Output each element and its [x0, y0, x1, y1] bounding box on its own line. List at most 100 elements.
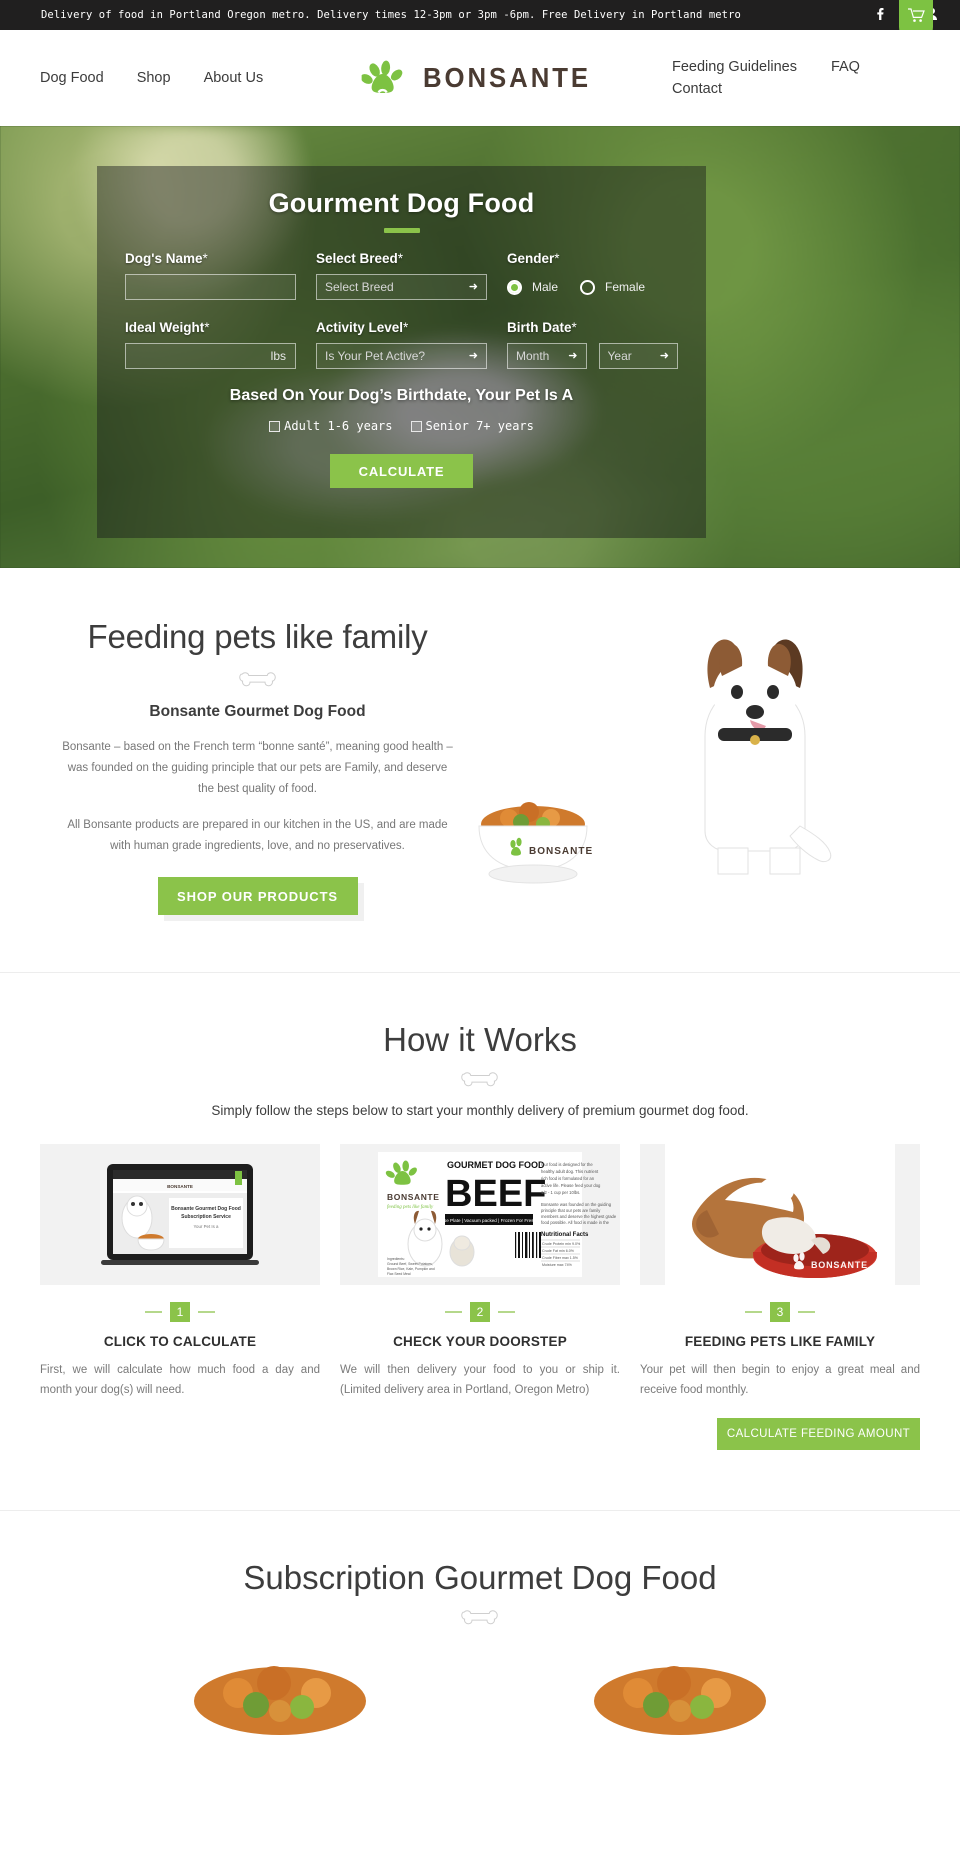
calculator-panel: Gourment Dog Food Dog's Name* Select Bre… — [97, 166, 706, 538]
birth-year-select[interactable]: Year ➜ — [598, 343, 678, 369]
field-birth-date: Birth Date* Month ➜ Year ➜ — [507, 320, 678, 389]
feeding-image-column: BONSANTE — [455, 616, 920, 916]
gender-label-female: Female — [605, 280, 646, 294]
bone-divider-icon — [461, 1610, 498, 1625]
activity-level-select[interactable]: Is Your Pet Active? ➜ — [316, 343, 487, 369]
how-card-2: BONSANTE feeding pets like family GOURME… — [340, 1144, 620, 1450]
svg-text:Crude Fat min 6.0%: Crude Fat min 6.0% — [542, 1249, 575, 1253]
breed-select[interactable]: Select Breed ➜ — [316, 274, 487, 300]
card-3-step-number: 3 — [770, 1302, 790, 1322]
ideal-weight-input-wrap[interactable]: lbs — [125, 343, 296, 369]
chevron-down-icon: ➜ — [659, 349, 669, 362]
age-label-adult: Adult 1-6 years — [284, 419, 393, 433]
card-1-step-row: 1 — [40, 1302, 320, 1322]
gender-radio-male[interactable] — [507, 279, 522, 295]
shop-our-products-button[interactable]: SHOP OUR PRODUCTS — [157, 877, 358, 916]
nav-item-contact[interactable]: Contact — [672, 81, 722, 97]
dash-left — [745, 1311, 762, 1313]
subscription-products — [40, 1649, 920, 1749]
feeding-heading: Feeding pets like family — [87, 618, 428, 655]
nav-item-feeding-guidelines[interactable]: Feeding Guidelines — [672, 59, 797, 75]
feeding-subheading: Bonsante Gourmet Dog Food — [149, 702, 366, 720]
svg-text:Subscription Service: Subscription Service — [181, 1214, 231, 1220]
announcement-text: Delivery of food in Portland Oregon metr… — [41, 9, 741, 21]
paw-leaf-icon — [361, 60, 403, 94]
how-card-3: BONSANTE 3 FEEDING PETS LIKE FAMILY Your… — [640, 1144, 920, 1451]
svg-text:Crude Protein min 9.0%: Crude Protein min 9.0% — [542, 1242, 581, 1246]
calculate-feeding-amount-button[interactable]: CALCULATE FEEDING AMOUNT — [717, 1418, 920, 1451]
birth-month-select[interactable]: Month ➜ — [507, 343, 587, 369]
nav-item-shop[interactable]: Shop — [137, 70, 171, 86]
hero-section: Gourment Dog Food Dog's Name* Select Bre… — [0, 126, 960, 568]
how-it-works-section: How it Works Simply follow the steps bel… — [0, 973, 960, 1512]
facebook-icon[interactable] — [874, 8, 886, 22]
ideal-weight-input[interactable] — [126, 344, 295, 368]
age-option-senior[interactable]: Senior 7+ years — [410, 419, 534, 433]
subscription-section: Subscription Gourmet Dog Food — [0, 1511, 960, 1749]
checkbox-senior[interactable] — [410, 420, 422, 432]
svg-text:Crude Fiber max 1.5%: Crude Fiber max 1.5% — [542, 1256, 579, 1260]
chevron-down-icon: ➜ — [468, 280, 478, 293]
dog-name-input[interactable] — [126, 275, 295, 299]
svg-text:GOURMET DOG FOOD: GOURMET DOG FOOD — [447, 1160, 545, 1170]
field-gender: Gender* Male Female — [507, 251, 678, 320]
subscription-title: Subscription Gourmet Dog Food — [243, 1559, 717, 1597]
svg-text:Ground Beef, Sweet Potatoes,: Ground Beef, Sweet Potatoes, — [387, 1262, 433, 1266]
dog-calculator-form: Dog's Name* Select Breed* Select Breed ➜… — [97, 251, 706, 389]
dog-name-input-wrap[interactable] — [125, 274, 296, 300]
activity-level-value: Is Your Pet Active? — [325, 349, 426, 363]
announcement-bar: Delivery of food in Portland Oregon metr… — [0, 0, 960, 44]
laptop-screenshot-image: BONSANTE Bonsante Gourmet Dog Food Subsc… — [65, 1144, 295, 1285]
how-it-works-cards: BONSANTE Bonsante Gourmet Dog Food Subsc… — [40, 1144, 920, 1451]
svg-text:food possible. All food is mad: food possible. All food is made in the — [541, 1220, 610, 1225]
svg-text:Nutritional Facts: Nutritional Facts — [541, 1232, 589, 1238]
activity-level-label: Activity Level* — [316, 320, 409, 335]
dash-right — [198, 1311, 215, 1313]
card-3-title: FEEDING PETS LIKE FAMILY — [684, 1334, 876, 1349]
nav-item-about-us[interactable]: About Us — [204, 70, 264, 86]
card-1-description: First, we will calculate how much food a… — [40, 1364, 320, 1397]
card-3-image: BONSANTE — [640, 1144, 920, 1285]
site-logo[interactable]: BONSANTE — [361, 60, 599, 96]
cart-icon — [907, 8, 925, 22]
svg-text:1/2 - 1 cup per 10lbs.: 1/2 - 1 cup per 10lbs. — [541, 1190, 580, 1195]
checkbox-adult[interactable] — [269, 420, 281, 432]
feeding-section: Feeding pets like family Bonsante Gourme… — [0, 568, 960, 973]
nav-item-faq[interactable]: FAQ — [831, 59, 860, 75]
svg-text:BONSANTE: BONSANTE — [167, 1184, 193, 1189]
svg-text:Flax Seed Meal: Flax Seed Meal — [387, 1272, 411, 1276]
how-it-works-title: How it Works — [383, 1021, 577, 1058]
gender-radio-group: Male Female — [507, 274, 678, 300]
card-2-step-number: 2 — [470, 1302, 490, 1322]
hero-title: Gourment Dog Food — [268, 188, 535, 218]
feeding-paragraph-2: All Bonsante products are prepared in ou… — [67, 818, 448, 852]
age-checkbox-group: Adult 1-6 years Senior 7+ years — [97, 419, 706, 433]
subscription-product-2-image[interactable] — [500, 1649, 860, 1749]
gender-radio-female[interactable] — [580, 279, 596, 295]
jack-russell-dog-image — [704, 639, 832, 875]
svg-text:feeding pets like family: feeding pets like family — [387, 1205, 434, 1210]
svg-text:Bonsante Gourmet Dog Food: Bonsante Gourmet Dog Food — [171, 1206, 241, 1212]
card-1-title: CLICK TO CALCULATE — [103, 1334, 257, 1349]
dash-right — [498, 1311, 515, 1313]
age-option-adult[interactable]: Adult 1-6 years — [269, 419, 393, 433]
nav-item-dog-food[interactable]: Dog Food — [40, 70, 104, 86]
field-dog-name: Dog's Name* — [125, 251, 296, 320]
main-header: Dog Food Shop About Us BONSANTE Feeding … — [0, 30, 960, 126]
birth-year-value: Year — [607, 349, 632, 363]
weight-unit-label: lbs — [270, 349, 286, 363]
dog-food-bowl-image: BONSANTE — [478, 802, 592, 884]
calculate-button[interactable]: CALCULATE — [330, 454, 473, 488]
svg-text:rich food is formulated for an: rich food is formulated for an — [541, 1176, 595, 1181]
svg-text:Adipose Plate | Vacuum packed: Adipose Plate | Vacuum packed | Frozen F… — [432, 1218, 546, 1223]
subscription-product-1-image[interactable] — [100, 1649, 460, 1749]
how-it-works-subtitle: Simply follow the steps below to start y… — [211, 1103, 749, 1118]
svg-text:principle that our pets are fa: principle that our pets are family — [541, 1208, 601, 1213]
birth-month-value: Month — [516, 349, 550, 363]
select-breed-label: Select Breed* — [316, 251, 404, 266]
breed-select-value: Select Breed — [325, 280, 394, 294]
svg-text:Bonsante was founded on the gu: Bonsante was founded on the guiding — [541, 1202, 612, 1207]
card-3-step-row: 3 — [640, 1302, 920, 1322]
bone-divider-icon — [461, 1072, 498, 1087]
hero-subheading: Based On Your Dog’s Birthdate, Your Pet … — [229, 387, 574, 404]
